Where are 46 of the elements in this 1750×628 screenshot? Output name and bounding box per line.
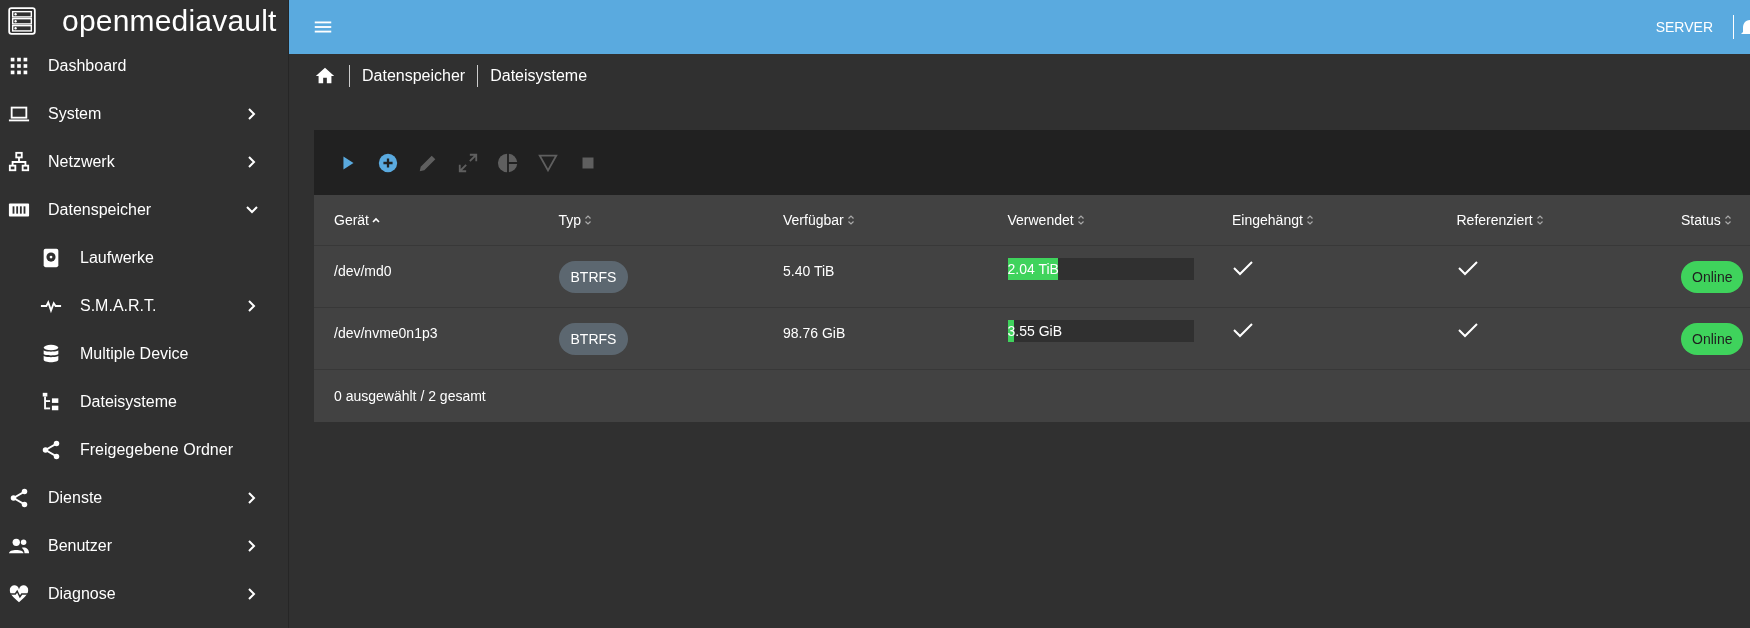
sidebar-item[interactable]: S.M.A.R.T. [0,282,288,330]
selection-count: 0 ausgewählt / 2 gesamt [334,388,486,404]
status-badge: Online [1681,322,1744,355]
column-header[interactable]: Status [1681,212,1721,228]
type-chip: BTRFS [558,322,629,355]
usage-text: 2.04 TiB [1007,261,1059,277]
column-header[interactable]: Typ [558,212,582,228]
server-logo-icon [8,7,36,35]
breadcrumb-item[interactable]: Datenspeicher [362,67,466,85]
share-icon [40,439,62,461]
grid-icon [8,55,30,77]
bell-icon[interactable] [1740,17,1750,37]
add-icon[interactable] [377,151,399,174]
sidebar-item[interactable]: Freigegebene Ordner [0,426,288,474]
sidebar-item[interactable]: Benutzer [0,522,288,570]
sidebar-item[interactable]: System [0,90,288,138]
sort-icon[interactable] [584,214,593,226]
table-cell-text: 98.76 GiB [783,325,847,341]
column-header[interactable]: Verwendet [1007,212,1074,228]
network-icon [8,151,30,173]
sidebar-item[interactable]: Diagnose [0,570,288,618]
sidebar-item[interactable]: Dashboard [0,42,288,90]
sort-icon[interactable] [1076,214,1085,226]
table-cell-text: /dev/md0 [334,263,393,279]
share-icon [8,487,30,509]
table-cell-text: 5.40 TiB [783,263,836,279]
column-header[interactable]: Referenziert [1456,212,1533,228]
sort-icon[interactable] [846,214,855,226]
sidebar-item[interactable]: Multiple Device [0,330,288,378]
heart-pulse-icon [8,583,30,605]
sort-icon[interactable] [1305,214,1314,226]
sidebar-item[interactable]: Dienste [0,474,288,522]
sidebar-item[interactable]: Laufwerke [0,234,288,282]
breadcrumb-item[interactable]: Dateisysteme [490,67,588,85]
sort-icon[interactable] [1723,214,1732,226]
sidebar-item[interactable]: Datenspeicher [0,186,288,234]
status-badge: Online [1681,260,1744,293]
table-cell-text: /dev/nvme0n1p3 [334,325,439,341]
column-header[interactable]: Eingehängt [1232,212,1303,228]
app-title: openmediavault [62,4,277,38]
sort-icon[interactable] [1535,214,1544,226]
sidebar-item[interactable]: Netzwerk [0,138,288,186]
sidebar-item[interactable]: Dateisysteme [0,378,288,426]
column-header[interactable]: Verfügbar [783,212,844,228]
column-header[interactable]: Gerät [334,212,369,228]
type-chip: BTRFS [558,260,629,293]
